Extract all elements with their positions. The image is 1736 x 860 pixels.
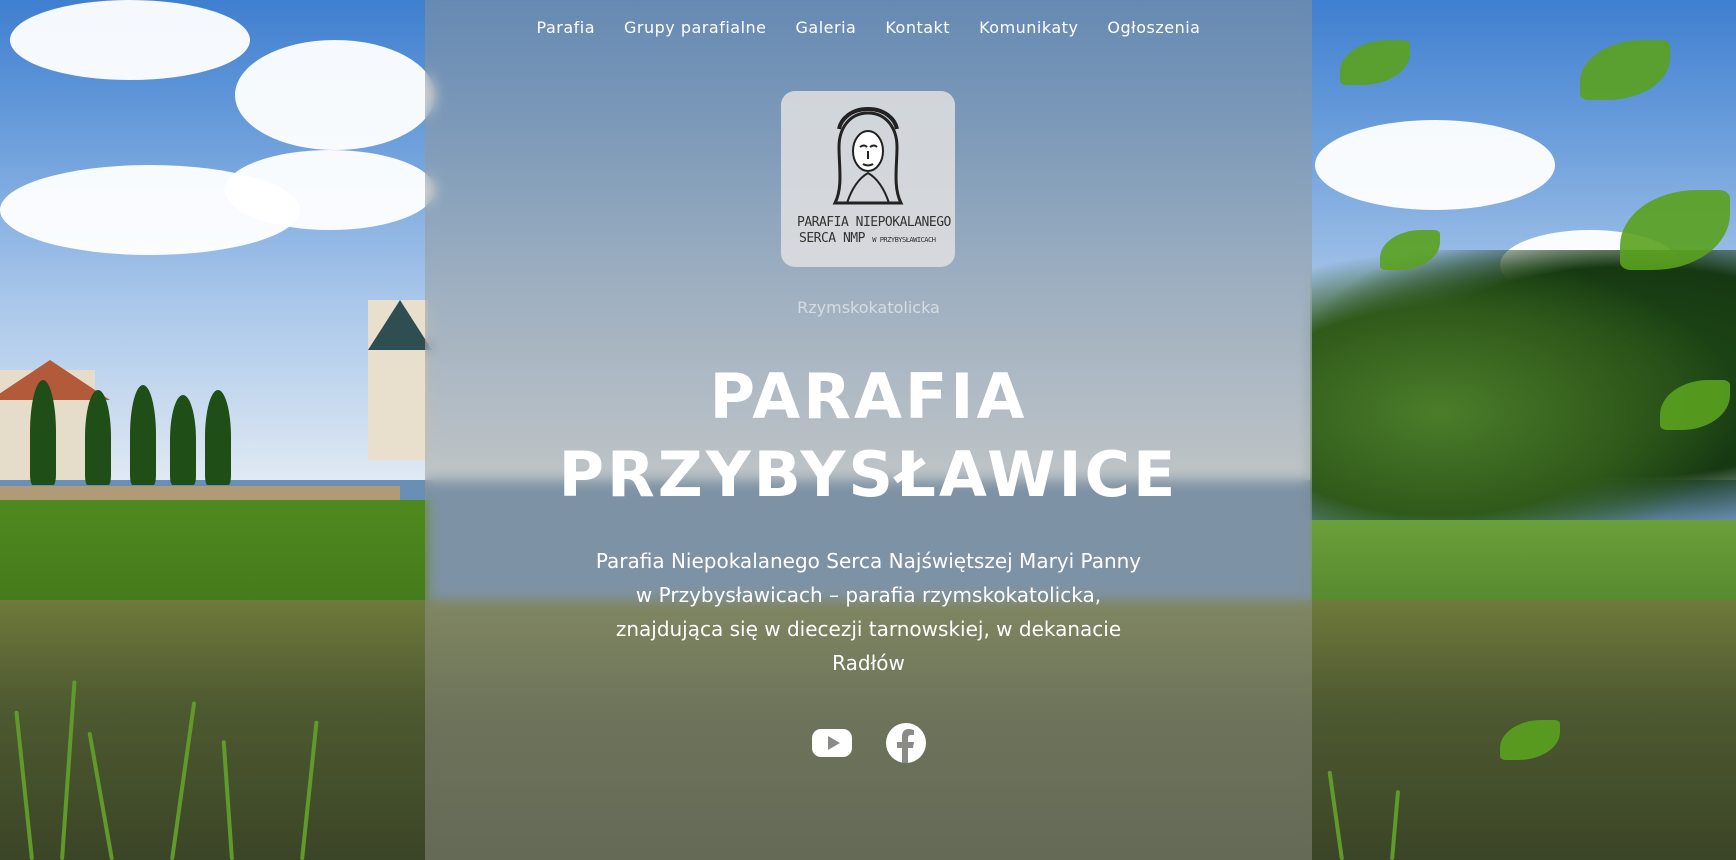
tree xyxy=(85,390,111,485)
social-links xyxy=(425,722,1312,764)
tree xyxy=(130,385,156,485)
nav-item-galeria[interactable]: Galeria xyxy=(796,18,857,37)
tree xyxy=(30,380,56,485)
logo-text-line2: SERCA NMP W PRZYBYSŁAWICACH xyxy=(799,231,936,246)
nav-item-ogloszenia[interactable]: Ogłoszenia xyxy=(1107,18,1200,37)
cloud xyxy=(10,0,250,80)
title-line1: PARAFIA xyxy=(709,360,1028,433)
cloud xyxy=(1315,120,1555,210)
tree xyxy=(205,390,231,485)
logo-text-line1: PARAFIA NIEPOKALANEGO xyxy=(797,215,951,230)
youtube-icon[interactable] xyxy=(811,722,853,764)
title-line2: PRZYBYSŁAWICE xyxy=(558,438,1179,511)
nav-item-parafia[interactable]: Parafia xyxy=(537,18,596,37)
church-roof xyxy=(368,300,432,350)
tree xyxy=(170,395,196,485)
madonna-icon xyxy=(832,107,904,205)
nav-item-kontakt[interactable]: Kontakt xyxy=(885,18,950,37)
trees xyxy=(1310,250,1736,520)
facebook-icon[interactable] xyxy=(885,722,927,764)
logo-text-line2-main: SERCA NMP xyxy=(799,231,865,246)
nav-item-komunikaty[interactable]: Komunikaty xyxy=(979,18,1078,37)
parish-logo[interactable]: PARAFIA NIEPOKALANEGO SERCA NMP W PRZYBY… xyxy=(781,91,955,267)
page-title: PARAFIA PRZYBYSŁAWICE xyxy=(425,358,1312,514)
parish-description: Parafia Niepokalanego Serca Najświętszej… xyxy=(595,549,1142,675)
nav-item-grupy-parafialne[interactable]: Grupy parafialne xyxy=(624,18,766,37)
rite-label: Rzymskokatolicka xyxy=(797,298,940,317)
main-nav: Parafia Grupy parafialne Galeria Kontakt… xyxy=(425,18,1312,37)
logo-text-line2-small: W PRZYBYSŁAWICACH xyxy=(872,236,936,244)
cloud xyxy=(235,40,435,150)
cloud xyxy=(225,150,435,230)
